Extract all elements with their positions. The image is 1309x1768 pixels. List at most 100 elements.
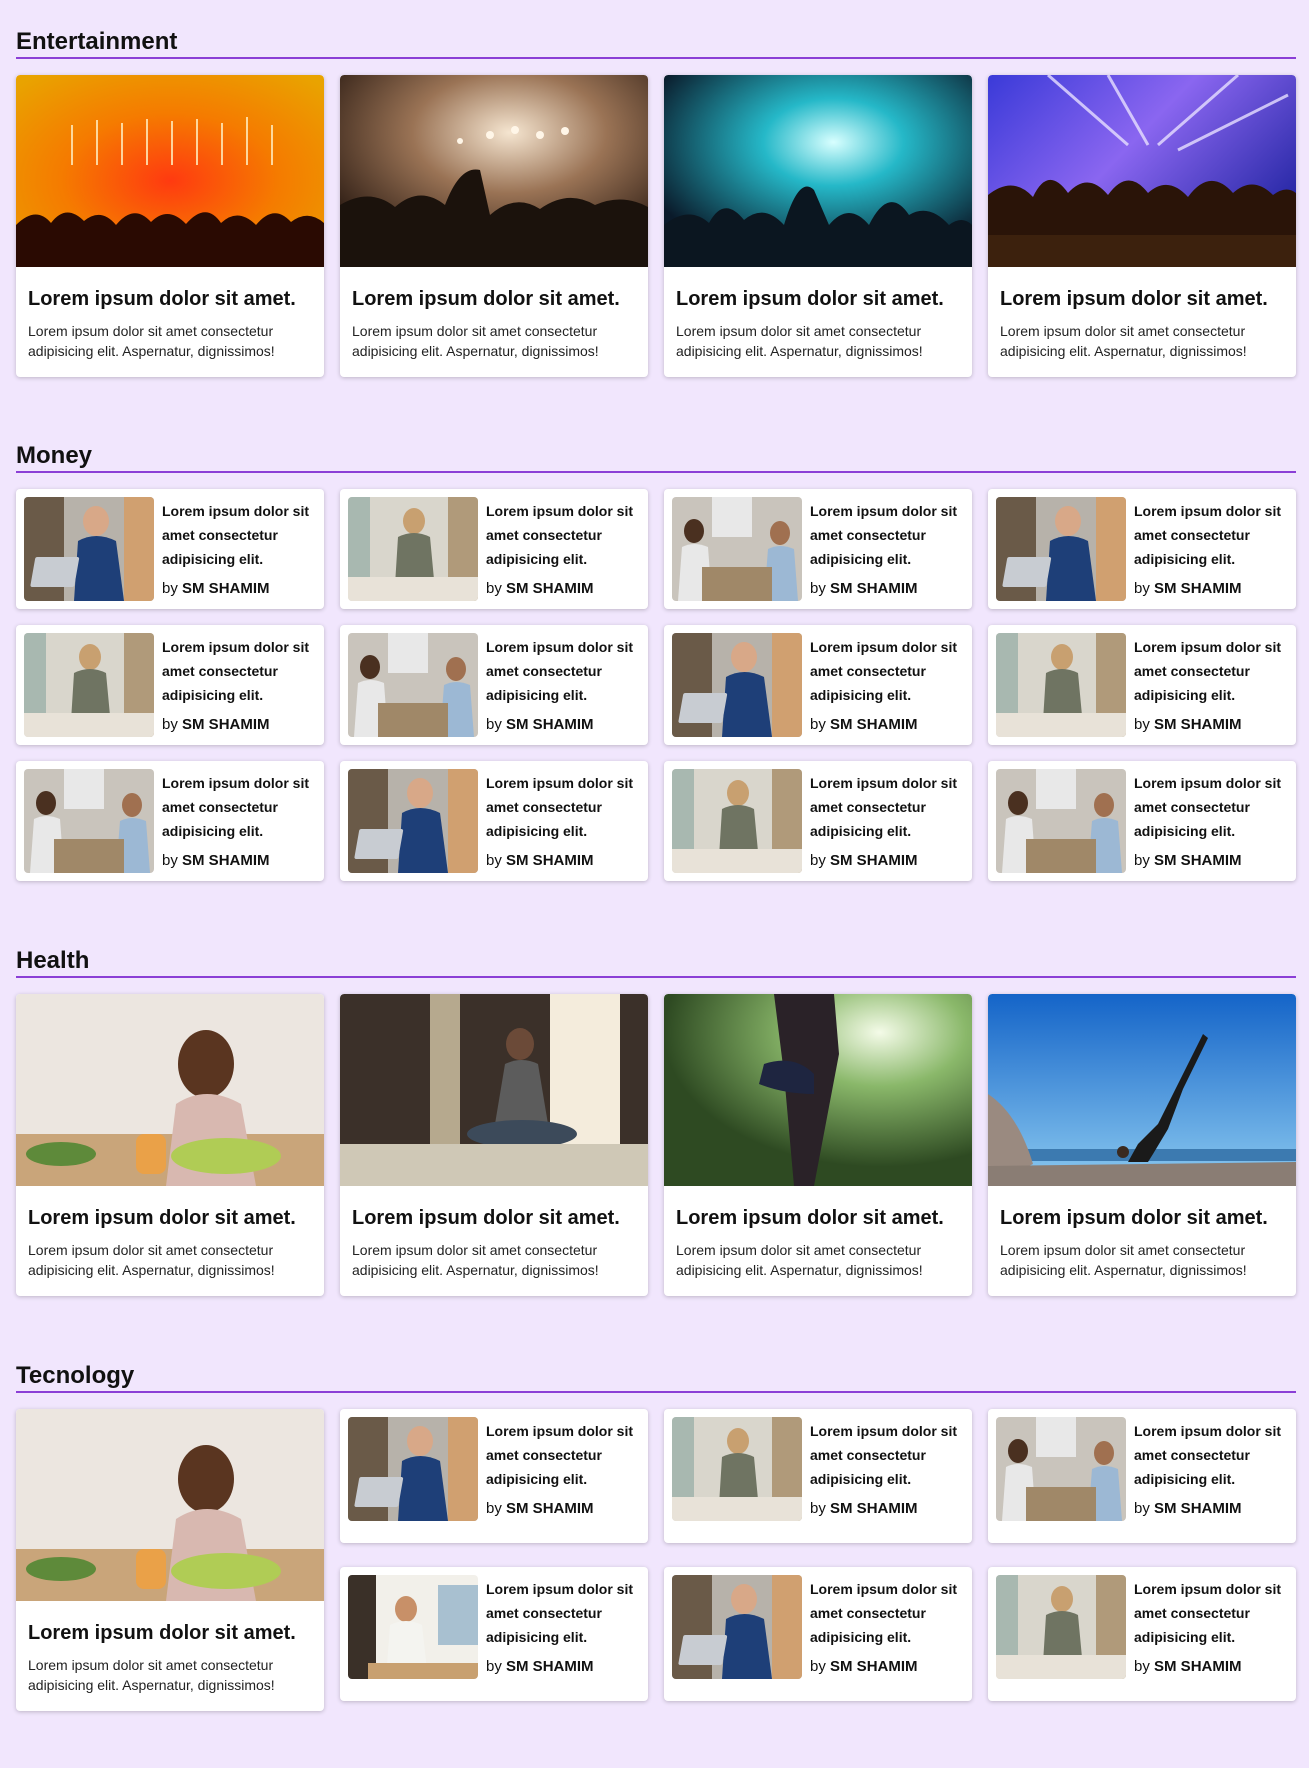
mini-title-line[interactable]: adipisicing elit. bbox=[810, 547, 957, 571]
mini-title-line[interactable]: Lorem ipsum dolor sit bbox=[486, 771, 633, 795]
article-card[interactable]: Lorem ipsum dolor sit amet. Lorem ipsum … bbox=[664, 75, 972, 377]
article-card[interactable]: Lorem ipsum dolor sit amet. Lorem ipsum … bbox=[664, 994, 972, 1296]
mini-title-line[interactable]: amet consectetur bbox=[1134, 1443, 1281, 1467]
mini-title-line[interactable]: Lorem ipsum dolor sit bbox=[1134, 499, 1281, 523]
mini-title-line[interactable]: amet consectetur bbox=[162, 795, 309, 819]
mini-title-line[interactable]: amet consectetur bbox=[486, 795, 633, 819]
card-title[interactable]: Lorem ipsum dolor sit amet. bbox=[28, 1621, 312, 1645]
author-name[interactable]: SM SHAMIM bbox=[182, 580, 270, 597]
mini-title-line[interactable]: amet consectetur bbox=[162, 659, 309, 683]
author-name[interactable]: SM SHAMIM bbox=[182, 716, 270, 733]
mini-title-line[interactable]: Lorem ipsum dolor sit bbox=[1134, 771, 1281, 795]
author-name[interactable]: SM SHAMIM bbox=[830, 1500, 918, 1517]
mini-title-line[interactable]: Lorem ipsum dolor sit bbox=[810, 635, 957, 659]
card-title[interactable]: Lorem ipsum dolor sit amet. bbox=[28, 1206, 312, 1230]
mini-title-line[interactable]: Lorem ipsum dolor sit bbox=[810, 1419, 957, 1443]
mini-article-card[interactable]: Lorem ipsum dolor sit amet consectetur a… bbox=[16, 625, 324, 745]
mini-title-line[interactable]: Lorem ipsum dolor sit bbox=[810, 771, 957, 795]
author-name[interactable]: SM SHAMIM bbox=[506, 1500, 594, 1517]
author-name[interactable]: SM SHAMIM bbox=[1154, 716, 1242, 733]
mini-article-card[interactable]: Lorem ipsum dolor sit amet consectetur a… bbox=[988, 625, 1296, 745]
mini-title-line[interactable]: Lorem ipsum dolor sit bbox=[486, 1577, 633, 1601]
article-card[interactable]: Lorem ipsum dolor sit amet. Lorem ipsum … bbox=[340, 994, 648, 1296]
article-card[interactable]: Lorem ipsum dolor sit amet. Lorem ipsum … bbox=[340, 75, 648, 377]
mini-article-card[interactable]: Lorem ipsum dolor sit amet consectetur a… bbox=[340, 1567, 648, 1701]
mini-title-line[interactable]: adipisicing elit. bbox=[162, 683, 309, 707]
mini-title-line[interactable]: amet consectetur bbox=[486, 659, 633, 683]
mini-title-line[interactable]: Lorem ipsum dolor sit bbox=[486, 1419, 633, 1443]
mini-title-line[interactable]: adipisicing elit. bbox=[486, 1625, 633, 1649]
author-name[interactable]: SM SHAMIM bbox=[506, 852, 594, 869]
featured-article-card[interactable]: Lorem ipsum dolor sit amet. Lorem ipsum … bbox=[16, 1409, 324, 1711]
mini-title-line[interactable]: Lorem ipsum dolor sit bbox=[1134, 1577, 1281, 1601]
mini-article-card[interactable]: Lorem ipsum dolor sit amet consectetur a… bbox=[664, 489, 972, 609]
author-name[interactable]: SM SHAMIM bbox=[830, 1658, 918, 1675]
mini-title-line[interactable]: amet consectetur bbox=[810, 1601, 957, 1625]
mini-title-line[interactable]: Lorem ipsum dolor sit bbox=[162, 771, 309, 795]
mini-article-card[interactable]: Lorem ipsum dolor sit amet consectetur a… bbox=[16, 489, 324, 609]
author-name[interactable]: SM SHAMIM bbox=[182, 852, 270, 869]
card-title[interactable]: Lorem ipsum dolor sit amet. bbox=[676, 287, 960, 311]
mini-title-line[interactable]: amet consectetur bbox=[810, 1443, 957, 1467]
mini-title-line[interactable]: amet consectetur bbox=[486, 1601, 633, 1625]
mini-article-card[interactable]: Lorem ipsum dolor sit amet consectetur a… bbox=[340, 489, 648, 609]
mini-title-line[interactable]: Lorem ipsum dolor sit bbox=[486, 499, 633, 523]
card-title[interactable]: Lorem ipsum dolor sit amet. bbox=[352, 287, 636, 311]
mini-article-card[interactable]: Lorem ipsum dolor sit amet consectetur a… bbox=[340, 625, 648, 745]
mini-title-line[interactable]: adipisicing elit. bbox=[1134, 683, 1281, 707]
author-name[interactable]: SM SHAMIM bbox=[506, 580, 594, 597]
mini-article-card[interactable]: Lorem ipsum dolor sit amet consectetur a… bbox=[664, 1567, 972, 1701]
card-title[interactable]: Lorem ipsum dolor sit amet. bbox=[1000, 1206, 1284, 1230]
mini-article-card[interactable]: Lorem ipsum dolor sit amet consectetur a… bbox=[16, 761, 324, 881]
mini-article-card[interactable]: Lorem ipsum dolor sit amet consectetur a… bbox=[664, 1409, 972, 1543]
author-name[interactable]: SM SHAMIM bbox=[1154, 1658, 1242, 1675]
card-title[interactable]: Lorem ipsum dolor sit amet. bbox=[676, 1206, 960, 1230]
mini-title-line[interactable]: amet consectetur bbox=[486, 523, 633, 547]
mini-article-card[interactable]: Lorem ipsum dolor sit amet consectetur a… bbox=[988, 1567, 1296, 1701]
author-name[interactable]: SM SHAMIM bbox=[830, 716, 918, 733]
mini-title-line[interactable]: adipisicing elit. bbox=[810, 819, 957, 843]
author-name[interactable]: SM SHAMIM bbox=[830, 580, 918, 597]
card-title[interactable]: Lorem ipsum dolor sit amet. bbox=[352, 1206, 636, 1230]
mini-title-line[interactable]: Lorem ipsum dolor sit bbox=[810, 1577, 957, 1601]
mini-title-line[interactable]: amet consectetur bbox=[810, 795, 957, 819]
author-name[interactable]: SM SHAMIM bbox=[1154, 1500, 1242, 1517]
author-name[interactable]: SM SHAMIM bbox=[830, 852, 918, 869]
mini-title-line[interactable]: Lorem ipsum dolor sit bbox=[1134, 1419, 1281, 1443]
mini-title-line[interactable]: adipisicing elit. bbox=[162, 819, 309, 843]
mini-title-line[interactable]: amet consectetur bbox=[1134, 1601, 1281, 1625]
mini-title-line[interactable]: adipisicing elit. bbox=[1134, 819, 1281, 843]
mini-title-line[interactable]: adipisicing elit. bbox=[810, 1467, 957, 1491]
mini-title-line[interactable]: amet consectetur bbox=[162, 523, 309, 547]
author-name[interactable]: SM SHAMIM bbox=[506, 1658, 594, 1675]
mini-title-line[interactable]: amet consectetur bbox=[810, 659, 957, 683]
mini-title-line[interactable]: amet consectetur bbox=[486, 1443, 633, 1467]
card-title[interactable]: Lorem ipsum dolor sit amet. bbox=[1000, 287, 1284, 311]
mini-article-card[interactable]: Lorem ipsum dolor sit amet consectetur a… bbox=[988, 1409, 1296, 1543]
author-name[interactable]: SM SHAMIM bbox=[1154, 852, 1242, 869]
mini-article-card[interactable]: Lorem ipsum dolor sit amet consectetur a… bbox=[988, 489, 1296, 609]
mini-title-line[interactable]: adipisicing elit. bbox=[162, 547, 309, 571]
article-card[interactable]: Lorem ipsum dolor sit amet. Lorem ipsum … bbox=[16, 994, 324, 1296]
mini-title-line[interactable]: Lorem ipsum dolor sit bbox=[486, 635, 633, 659]
card-title[interactable]: Lorem ipsum dolor sit amet. bbox=[28, 287, 312, 311]
mini-title-line[interactable]: adipisicing elit. bbox=[486, 547, 633, 571]
mini-title-line[interactable]: amet consectetur bbox=[810, 523, 957, 547]
mini-title-line[interactable]: amet consectetur bbox=[1134, 659, 1281, 683]
author-name[interactable]: SM SHAMIM bbox=[506, 716, 594, 733]
mini-article-card[interactable]: Lorem ipsum dolor sit amet consectetur a… bbox=[664, 625, 972, 745]
mini-title-line[interactable]: adipisicing elit. bbox=[486, 1467, 633, 1491]
mini-title-line[interactable]: amet consectetur bbox=[1134, 523, 1281, 547]
mini-title-line[interactable]: amet consectetur bbox=[1134, 795, 1281, 819]
article-card[interactable]: Lorem ipsum dolor sit amet. Lorem ipsum … bbox=[16, 75, 324, 377]
mini-title-line[interactable]: Lorem ipsum dolor sit bbox=[810, 499, 957, 523]
mini-article-card[interactable]: Lorem ipsum dolor sit amet consectetur a… bbox=[988, 761, 1296, 881]
mini-title-line[interactable]: adipisicing elit. bbox=[486, 683, 633, 707]
mini-article-card[interactable]: Lorem ipsum dolor sit amet consectetur a… bbox=[340, 761, 648, 881]
mini-title-line[interactable]: adipisicing elit. bbox=[810, 1625, 957, 1649]
mini-title-line[interactable]: adipisicing elit. bbox=[1134, 1625, 1281, 1649]
article-card[interactable]: Lorem ipsum dolor sit amet. Lorem ipsum … bbox=[988, 75, 1296, 377]
author-name[interactable]: SM SHAMIM bbox=[1154, 580, 1242, 597]
mini-article-card[interactable]: Lorem ipsum dolor sit amet consectetur a… bbox=[340, 1409, 648, 1543]
mini-title-line[interactable]: adipisicing elit. bbox=[486, 819, 633, 843]
